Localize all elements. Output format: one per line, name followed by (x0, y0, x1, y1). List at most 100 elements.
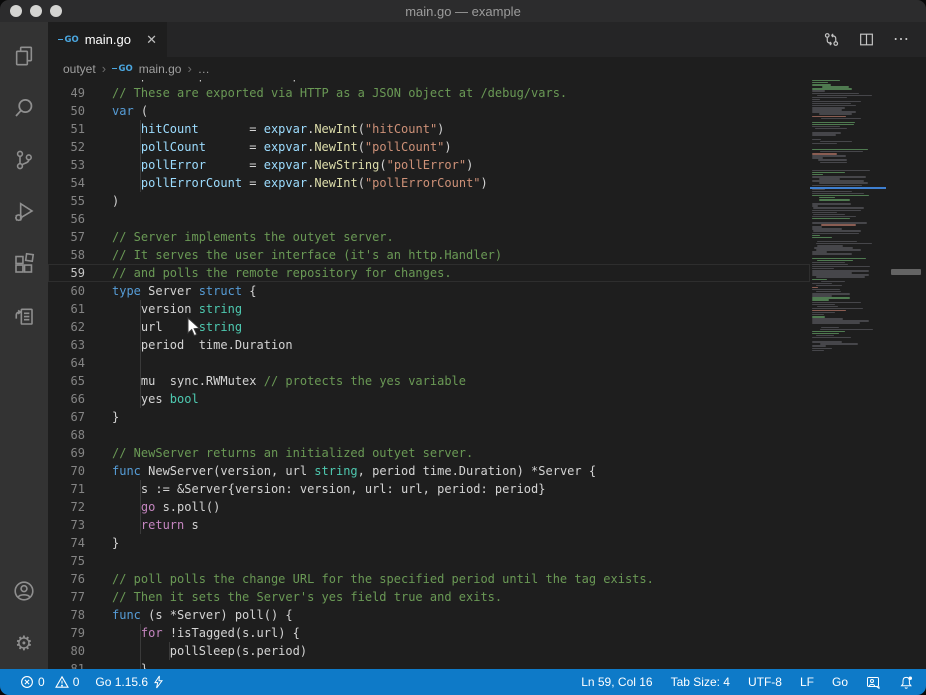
tab-size-indicator[interactable]: Tab Size: 4 (671, 675, 730, 689)
feedback-icon[interactable] (866, 675, 881, 689)
line-number[interactable]: 66 (48, 390, 112, 408)
line-number[interactable]: 49 (48, 84, 112, 102)
line-number[interactable]: 58 (48, 246, 112, 264)
go-version-indicator[interactable]: Go 1.15.6 (95, 675, 164, 689)
code-line[interactable]: func NewServer(version, url string, peri… (112, 462, 810, 480)
line-number[interactable]: 57 (48, 228, 112, 246)
breadcrumb-file[interactable]: main.go (139, 62, 182, 76)
split-editor-icon[interactable] (858, 31, 875, 48)
code-line[interactable] (112, 354, 810, 372)
settings-gear-icon[interactable]: ⚙ (0, 617, 48, 669)
line-number[interactable]: 77 (48, 588, 112, 606)
code-line[interactable]: } (112, 660, 810, 669)
code-line[interactable]: mu sync.RWMutex // protects the yes vari… (112, 372, 810, 390)
code-line[interactable]: url string (112, 318, 810, 336)
code-line[interactable]: pollError = expvar.NewString("pollError"… (112, 156, 810, 174)
code-line[interactable]: yes bool (112, 390, 810, 408)
line-number[interactable]: 61 (48, 300, 112, 318)
search-icon[interactable] (0, 82, 48, 134)
run-debug-icon[interactable] (0, 186, 48, 238)
line-number[interactable]: 64 (48, 354, 112, 372)
line-number[interactable]: 53 (48, 156, 112, 174)
line-number[interactable]: 56 (48, 210, 112, 228)
code-line[interactable]: go s.poll() (112, 498, 810, 516)
code-line[interactable]: for !isTagged(s.url) { (112, 624, 810, 642)
line-number[interactable]: 69 (48, 444, 112, 462)
code-line[interactable]: func (s *Server) poll() { (112, 606, 810, 624)
code-line[interactable]: hitCount = expvar.NewInt("hitCount") (112, 120, 810, 138)
line-number[interactable]: 59 (48, 264, 112, 282)
language-mode[interactable]: Go (832, 675, 848, 689)
code-line[interactable] (112, 210, 810, 228)
line-number[interactable]: 80 (48, 642, 112, 660)
line-number[interactable]: 60 (48, 282, 112, 300)
tab-close-icon[interactable]: ✕ (146, 32, 157, 48)
code-line[interactable]: // Server implements the outyet server. (112, 228, 810, 246)
line-number[interactable]: 76 (48, 570, 112, 588)
code-line[interactable] (112, 426, 810, 444)
line-number[interactable]: 81 (48, 660, 112, 669)
close-window-button[interactable] (10, 5, 22, 17)
line-number[interactable]: 79 (48, 624, 112, 642)
code-line[interactable]: // and polls the remote repository for c… (112, 264, 810, 282)
code-line[interactable]: var ( (112, 102, 810, 120)
line-number[interactable]: 50 (48, 102, 112, 120)
source-control-icon[interactable] (0, 134, 48, 186)
breadcrumb-folder[interactable]: outyet (63, 62, 96, 76)
line-number[interactable]: 71 (48, 480, 112, 498)
overview-ruler[interactable] (886, 80, 926, 669)
line-number[interactable]: 67 (48, 408, 112, 426)
problems-indicator[interactable]: 0 0 (20, 675, 79, 689)
breadcrumb-symbol[interactable]: … (198, 62, 210, 76)
cursor-position[interactable]: Ln 59, Col 16 (581, 675, 652, 689)
code-line[interactable]: // These are exported via HTTP as a JSON… (112, 84, 810, 102)
minimap[interactable] (810, 80, 886, 669)
line-number[interactable]: 70 (48, 462, 112, 480)
line-number[interactable]: 78 (48, 606, 112, 624)
code-line[interactable]: pollCount = expvar.NewInt("pollCount") (112, 138, 810, 156)
maximize-window-button[interactable] (50, 5, 62, 17)
code-line[interactable]: // NewServer returns an initialized outy… (112, 444, 810, 462)
code-line[interactable] (112, 552, 810, 570)
notifications-bell-icon[interactable] (899, 675, 914, 690)
line-number[interactable]: 65 (48, 372, 112, 390)
line-number[interactable]: 75 (48, 552, 112, 570)
code-line[interactable]: // poll polls the change URL for the spe… (112, 570, 810, 588)
code-line[interactable]: return s (112, 516, 810, 534)
line-number[interactable]: 62 (48, 318, 112, 336)
line-number[interactable]: 73 (48, 516, 112, 534)
eol-indicator[interactable]: LF (800, 675, 814, 689)
line-number[interactable]: 72 (48, 498, 112, 516)
extensions-icon[interactable] (0, 238, 48, 290)
more-actions-icon[interactable]: ⋯ (893, 32, 910, 48)
line-number[interactable]: 54 (48, 174, 112, 192)
extension-view-icon[interactable] (0, 290, 48, 342)
line-number[interactable]: 55 (48, 192, 112, 210)
code-line[interactable]: // Then it sets the Server's yes field t… (112, 588, 810, 606)
code-line[interactable]: ) (112, 192, 810, 210)
editor[interactable]: 4849505152535455565758596061626364656667… (48, 80, 926, 669)
account-icon[interactable] (0, 565, 48, 617)
code-area[interactable]: var pollSleep = time.Sleep// These are e… (112, 80, 810, 669)
code-line[interactable]: pollErrorCount = expvar.NewInt("pollErro… (112, 174, 810, 192)
line-number[interactable]: 74 (48, 534, 112, 552)
line-number[interactable]: 51 (48, 120, 112, 138)
code-line[interactable]: period time.Duration (112, 336, 810, 354)
code-line[interactable]: s := &Server{version: version, url: url,… (112, 480, 810, 498)
tab-main-go[interactable]: GO main.go ✕ (48, 22, 167, 57)
minimap-line (812, 350, 824, 351)
encoding-indicator[interactable]: UTF-8 (748, 675, 782, 689)
code-line[interactable]: version string (112, 300, 810, 318)
line-number[interactable]: 52 (48, 138, 112, 156)
gutter[interactable]: 4849505152535455565758596061626364656667… (48, 80, 112, 669)
code-line[interactable]: } (112, 408, 810, 426)
code-line[interactable]: pollSleep(s.period) (112, 642, 810, 660)
code-line[interactable]: } (112, 534, 810, 552)
explorer-icon[interactable] (0, 30, 48, 82)
line-number[interactable]: 63 (48, 336, 112, 354)
code-line[interactable]: type Server struct { (112, 282, 810, 300)
minimize-window-button[interactable] (30, 5, 42, 17)
open-changes-icon[interactable] (823, 31, 840, 48)
line-number[interactable]: 68 (48, 426, 112, 444)
code-line[interactable]: // It serves the user interface (it's an… (112, 246, 810, 264)
